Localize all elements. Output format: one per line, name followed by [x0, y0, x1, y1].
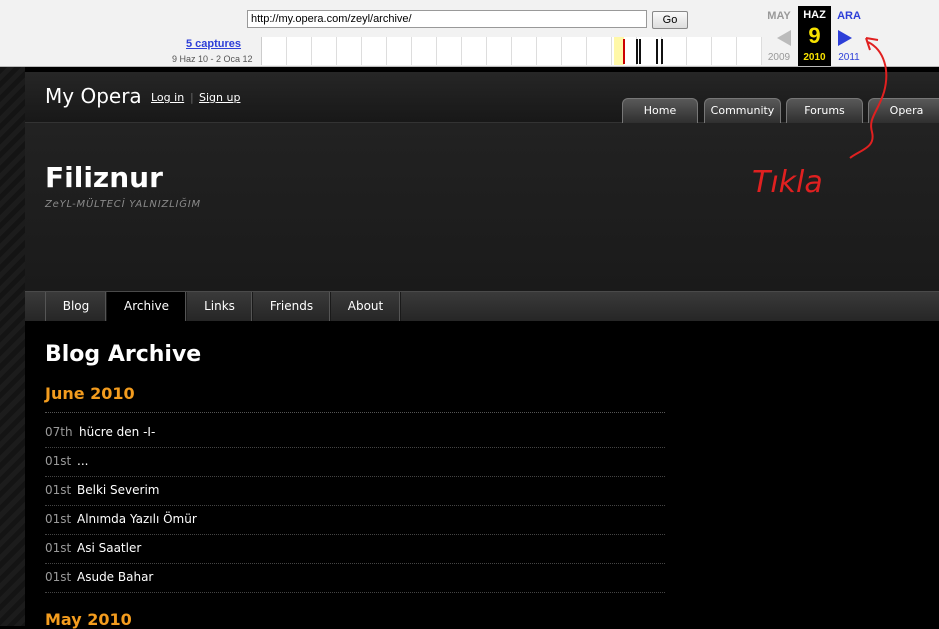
archive-row: 01st Asude Bahar	[45, 563, 665, 593]
post-day: 01st	[45, 541, 72, 555]
post-title-link[interactable]: Asi Saatler	[77, 541, 141, 555]
blog-subnav: Blog Archive Links Friends About	[25, 291, 939, 321]
opera-top-bar: My Opera Log in | Sign up Home Community…	[25, 72, 939, 123]
subnav-tab-archive[interactable]: Archive	[107, 292, 187, 321]
go-button[interactable]: Go	[652, 11, 688, 29]
post-title-link[interactable]: ...	[77, 454, 88, 468]
prev-year-label[interactable]: 2009	[762, 52, 796, 63]
post-day: 01st	[45, 483, 72, 497]
month-divider	[45, 412, 665, 413]
post-title-link[interactable]: hücre den -I-	[79, 425, 155, 439]
timeline-capture-mark[interactable]	[656, 39, 658, 64]
timeline-capture-mark[interactable]	[661, 39, 663, 64]
blog-header: Filiznur ZeYL-MÜLTECİ YALNIZLIĞIM	[25, 123, 939, 291]
current-month: HAZ	[803, 9, 826, 21]
month-heading: June 2010	[45, 384, 135, 403]
post-title-link[interactable]: Belki Severim	[77, 483, 160, 497]
post-title-link[interactable]: Alnımda Yazılı Ömür	[77, 512, 197, 526]
blog-subtitle: ZeYL-MÜLTECİ YALNIZLIĞIM	[45, 199, 201, 210]
month-heading: May 2010	[45, 610, 132, 629]
nav-tab-community[interactable]: Community	[704, 98, 781, 123]
nav-tab-forums[interactable]: Forums	[786, 98, 863, 123]
archive-row: 07th hücre den -I-	[45, 418, 665, 448]
next-month-label[interactable]: ARA	[832, 10, 866, 22]
current-year: 2010	[803, 52, 826, 63]
archive-row: 01st Belki Severim	[45, 476, 665, 506]
link-separator: |	[190, 91, 194, 104]
signup-link[interactable]: Sign up	[199, 91, 240, 104]
subnav-tab-about[interactable]: About	[331, 292, 401, 321]
timeline-capture-mark[interactable]	[639, 39, 641, 64]
prev-capture-arrow-icon[interactable]	[777, 30, 791, 46]
post-day: 01st	[45, 512, 72, 526]
url-input[interactable]: http://my.opera.com/zeyl/archive/	[247, 10, 647, 28]
wayback-toolbar: http://my.opera.com/zeyl/archive/ Go 5 c…	[0, 0, 939, 67]
archive-row: 01st Alnımda Yazılı Ömür	[45, 505, 665, 535]
post-day: 01st	[45, 454, 72, 468]
prev-month-label[interactable]: MAY	[762, 10, 796, 22]
post-day: 07th	[45, 425, 73, 439]
capture-timeline[interactable]	[261, 37, 762, 65]
next-capture-arrow-icon[interactable]	[838, 30, 852, 46]
timeline-capture-mark[interactable]	[636, 39, 638, 64]
subnav-tab-friends[interactable]: Friends	[253, 292, 331, 321]
archive-row: 01st Asi Saatler	[45, 534, 665, 564]
page-side-stripe	[0, 67, 25, 626]
post-day: 01st	[45, 570, 72, 584]
captures-link[interactable]: 5 captures	[186, 38, 241, 50]
subnav-tab-links[interactable]: Links	[187, 292, 253, 321]
blog-title[interactable]: Filiznur	[45, 161, 163, 194]
next-year-label[interactable]: 2011	[832, 52, 866, 63]
post-title-link[interactable]: Asude Bahar	[77, 570, 153, 584]
current-day: 9	[808, 23, 821, 48]
my-opera-logo[interactable]: My Opera	[45, 84, 142, 108]
capture-date-range: 9 Haz 10 - 2 Oca 12	[172, 54, 253, 64]
archive-row: 01st ...	[45, 447, 665, 477]
subnav-tab-blog[interactable]: Blog	[46, 292, 107, 321]
timeline-capture-mark[interactable]	[623, 39, 625, 64]
login-link[interactable]: Log in	[151, 91, 184, 104]
page-title: Blog Archive	[45, 342, 202, 367]
current-capture-date: HAZ 9 2010	[798, 6, 831, 66]
nav-tab-home[interactable]: Home	[622, 98, 698, 123]
nav-tab-opera[interactable]: Opera	[868, 98, 939, 123]
